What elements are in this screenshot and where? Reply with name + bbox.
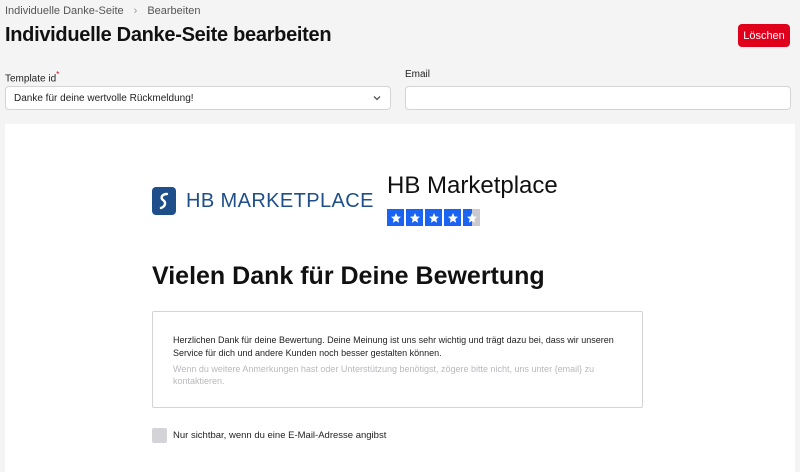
breadcrumb: Individuelle Danke-Seite › Bearbeiten — [5, 5, 201, 17]
email-visibility-label: Nur sichtbar, wenn du eine E-Mail-Adress… — [173, 430, 387, 441]
required-marker: * — [56, 69, 60, 79]
template-select[interactable]: Danke für deine wertvolle Rückmeldung! — [5, 86, 391, 110]
email-input[interactable] — [405, 86, 791, 110]
message-secondary-text: Wenn du weitere Anmerkungen hast oder Un… — [173, 364, 595, 386]
message-box: Herzlichen Dank für deine Bewertung. Dei… — [152, 311, 643, 408]
message-main-text: Herzlichen Dank für deine Bewertung. Dei… — [173, 335, 614, 358]
thank-you-preview: HB MARKETPLACE HB Marketplace Vielen Dan… — [5, 124, 795, 472]
delete-button[interactable]: Löschen — [738, 24, 790, 47]
star-rating — [387, 209, 480, 226]
star-icon — [444, 209, 461, 226]
logo-mark-icon — [152, 187, 176, 215]
email-visibility-row: Nur sichtbar, wenn du eine E-Mail-Adress… — [152, 428, 386, 443]
breadcrumb-link-danke-seite[interactable]: Individuelle Danke-Seite — [5, 5, 124, 17]
company-name: HB Marketplace — [387, 172, 558, 199]
chevron-right-icon: › — [133, 5, 138, 17]
breadcrumb-current: Bearbeiten — [147, 5, 201, 17]
page-title: Individuelle Danke-Seite bearbeiten — [5, 24, 332, 46]
thank-you-heading: Vielen Dank für Deine Bewertung — [152, 262, 545, 290]
half-star-icon — [463, 209, 480, 226]
star-icon — [406, 209, 423, 226]
email-visibility-checkbox[interactable] — [152, 428, 167, 443]
star-icon — [425, 209, 442, 226]
template-select-value: Danke für deine wertvolle Rückmeldung! — [14, 92, 194, 104]
company-logo: HB MARKETPLACE — [152, 187, 374, 215]
template-id-label: Template id* — [5, 69, 60, 85]
email-label: Email — [405, 69, 431, 80]
logo-text: HB MARKETPLACE — [186, 189, 374, 212]
chevron-down-icon — [373, 96, 381, 101]
star-icon — [387, 209, 404, 226]
